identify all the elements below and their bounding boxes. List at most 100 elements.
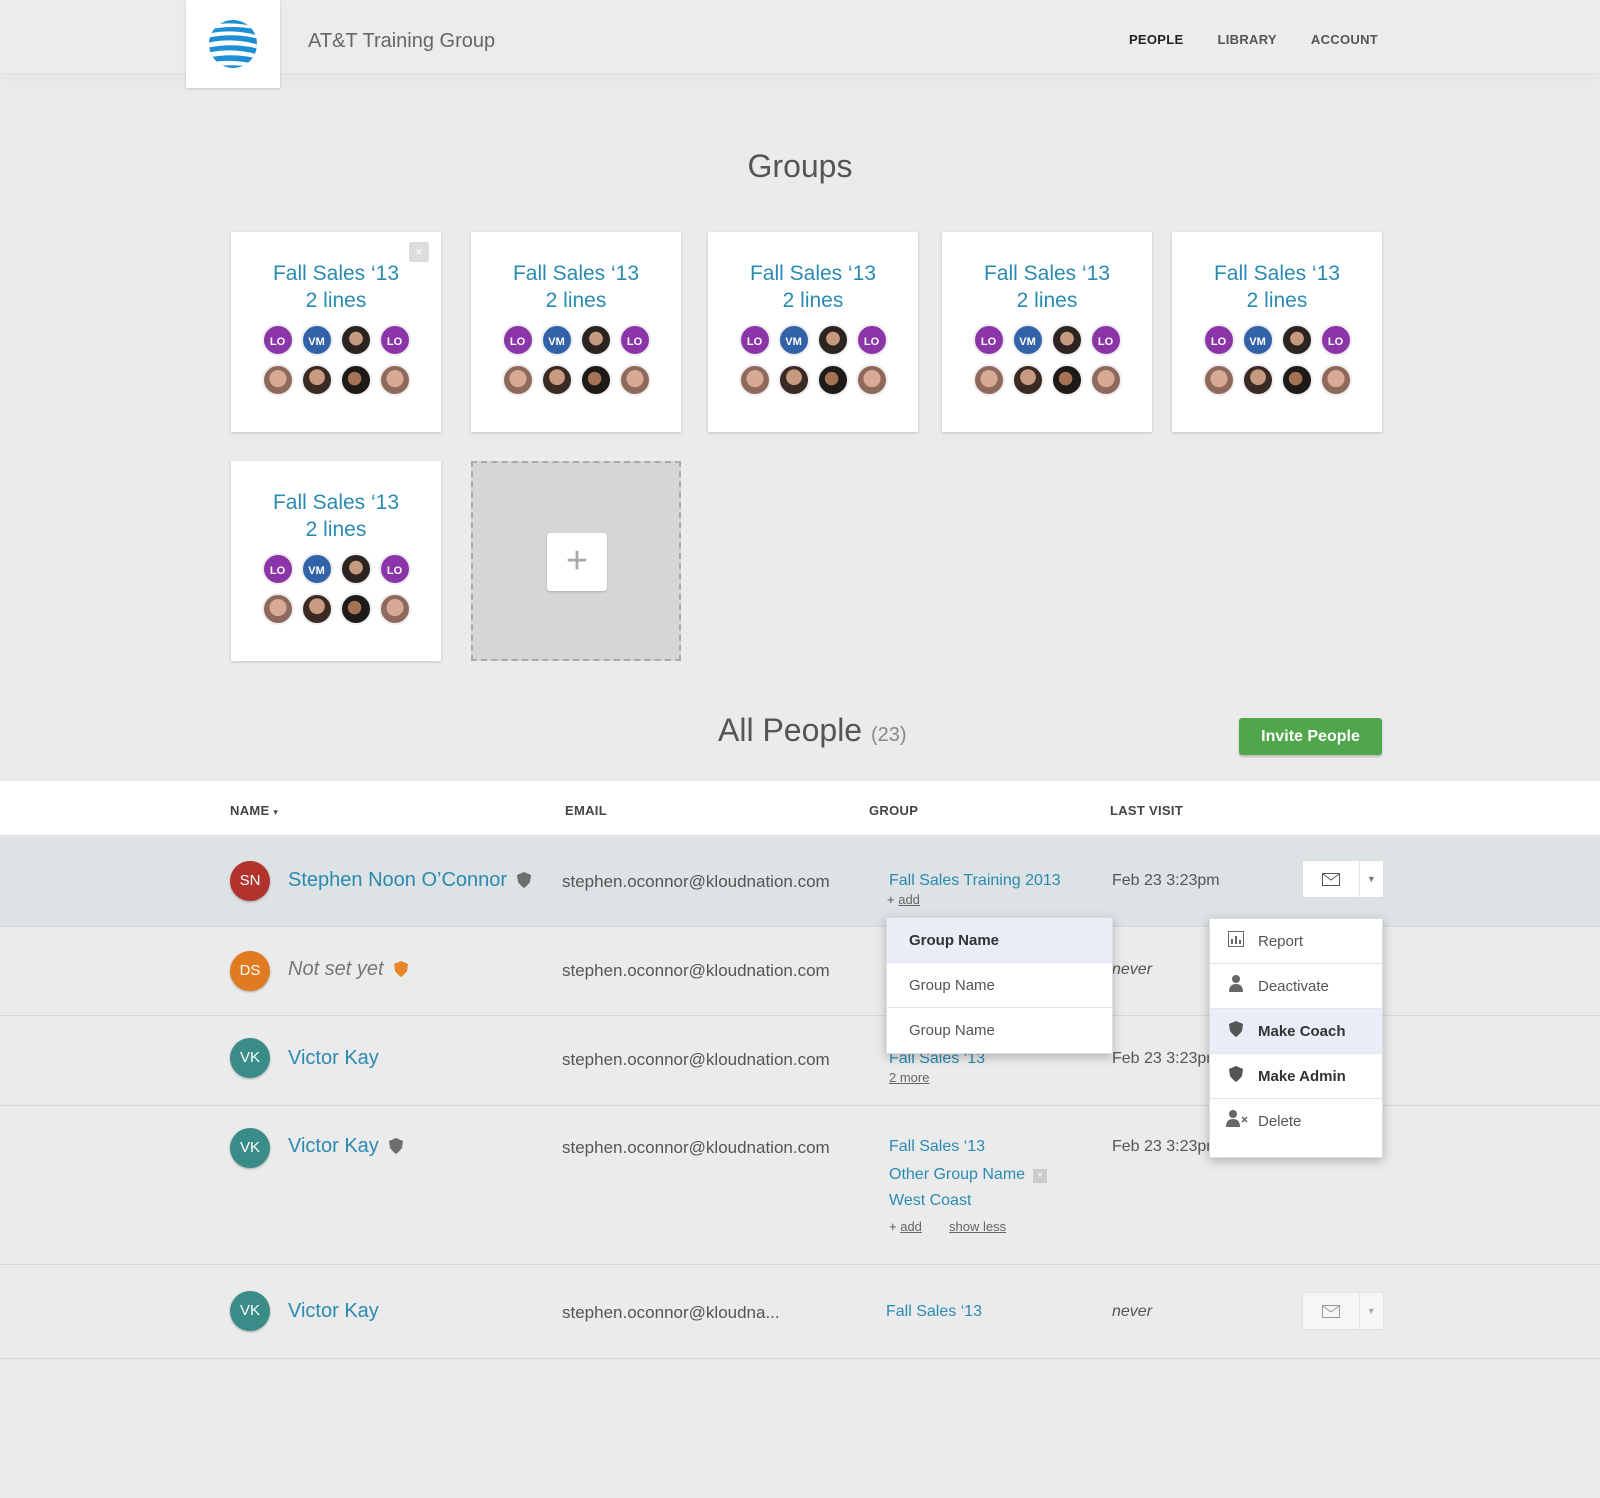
member-avatar[interactable] bbox=[339, 593, 372, 625]
group-option[interactable]: Group Name bbox=[887, 1008, 1112, 1053]
member-avatar[interactable] bbox=[300, 364, 333, 396]
menu-item-make-admin[interactable]: Make Admin bbox=[1210, 1054, 1382, 1099]
group-card[interactable]: Fall Sales ‘13 2 lines LO VM LO bbox=[942, 232, 1152, 432]
group-card[interactable]: Fall Sales ‘13 2 lines LO VM LO bbox=[708, 232, 918, 432]
menu-item-delete[interactable]: Delete bbox=[1210, 1099, 1382, 1144]
member-avatar[interactable] bbox=[1050, 324, 1083, 356]
member-avatar[interactable] bbox=[261, 364, 294, 396]
member-avatar[interactable] bbox=[378, 364, 411, 396]
member-avatar[interactable]: LO bbox=[501, 324, 534, 356]
add-group-card[interactable]: + bbox=[471, 461, 681, 661]
member-avatar[interactable] bbox=[855, 364, 888, 396]
member-avatar[interactable] bbox=[300, 593, 333, 625]
member-avatar[interactable] bbox=[339, 364, 372, 396]
nav-account[interactable]: ACCOUNT bbox=[1311, 32, 1378, 47]
member-avatar[interactable]: VM bbox=[1011, 324, 1044, 356]
member-avatar[interactable]: VM bbox=[777, 324, 810, 356]
member-avatar[interactable] bbox=[816, 364, 849, 396]
col-last-visit-header[interactable]: LAST VISIT bbox=[1110, 803, 1183, 818]
group-link[interactable]: Other Group Name × bbox=[889, 1166, 1048, 1184]
group-option[interactable]: Group Name bbox=[887, 963, 1112, 1008]
member-avatar[interactable] bbox=[618, 364, 651, 396]
message-split-button[interactable]: ▼ bbox=[1302, 860, 1384, 898]
message-split-button[interactable]: ▼ bbox=[1302, 1292, 1384, 1330]
group-card[interactable]: × Fall Sales ‘13 2 lines LO VM LO bbox=[231, 232, 441, 432]
mail-button[interactable] bbox=[1303, 1293, 1360, 1329]
member-avatar[interactable]: VM bbox=[300, 553, 333, 585]
person-name-link[interactable]: Stephen Noon O’Connor bbox=[288, 869, 532, 892]
group-option[interactable]: Group Name bbox=[887, 918, 1112, 963]
invite-people-button[interactable]: Invite People bbox=[1239, 718, 1382, 755]
close-icon[interactable]: × bbox=[409, 242, 429, 262]
member-avatar[interactable] bbox=[378, 593, 411, 625]
member-avatar[interactable]: VM bbox=[540, 324, 573, 356]
member-avatar[interactable] bbox=[1280, 364, 1313, 396]
member-avatar[interactable] bbox=[579, 364, 612, 396]
member-avatar[interactable] bbox=[1089, 364, 1122, 396]
member-avatar[interactable] bbox=[1050, 364, 1083, 396]
person-name-link[interactable]: Victor Kay bbox=[288, 1047, 379, 1070]
member-avatar[interactable]: LO bbox=[378, 553, 411, 585]
member-avatar[interactable] bbox=[738, 364, 771, 396]
member-avatar[interactable] bbox=[972, 364, 1005, 396]
add-group-link[interactable]: + add bbox=[889, 1219, 922, 1234]
member-avatar[interactable] bbox=[1011, 364, 1044, 396]
menu-item-make-coach[interactable]: Make Coach bbox=[1210, 1009, 1382, 1054]
col-email-header[interactable]: EMAIL bbox=[565, 803, 607, 818]
show-less-link[interactable]: show less bbox=[949, 1219, 1006, 1234]
nav-library[interactable]: LIBRARY bbox=[1218, 32, 1277, 47]
chevron-down-icon[interactable]: ▼ bbox=[1360, 1293, 1383, 1329]
member-avatar[interactable] bbox=[777, 364, 810, 396]
group-link[interactable]: Fall Sales ‘13 bbox=[886, 1303, 982, 1321]
col-name-header[interactable]: NAME ▾ bbox=[230, 803, 278, 818]
group-card[interactable]: Fall Sales ‘13 2 lines LO VM LO bbox=[231, 461, 441, 661]
mail-button[interactable] bbox=[1303, 861, 1360, 897]
member-avatar[interactable]: LO bbox=[618, 324, 651, 356]
remove-group-icon[interactable]: × bbox=[1033, 1169, 1048, 1183]
member-avatar[interactable]: VM bbox=[1241, 324, 1274, 356]
more-groups-link[interactable]: 2 more bbox=[889, 1070, 929, 1085]
member-avatar[interactable] bbox=[540, 364, 573, 396]
group-card-title: Fall Sales ‘13 2 lines bbox=[231, 260, 441, 314]
person-name-link[interactable]: Not set yet bbox=[288, 958, 408, 981]
member-avatar[interactable]: LO bbox=[261, 324, 294, 356]
member-avatar[interactable] bbox=[261, 593, 294, 625]
member-avatar[interactable]: LO bbox=[1089, 324, 1122, 356]
group-link[interactable]: West Coast bbox=[889, 1192, 971, 1210]
member-avatar[interactable]: LO bbox=[972, 324, 1005, 356]
person-name-link[interactable]: Victor Kay bbox=[288, 1135, 403, 1158]
member-avatar[interactable] bbox=[339, 324, 372, 356]
member-avatar[interactable] bbox=[1280, 324, 1313, 356]
group-link[interactable]: Fall Sales Training 2013 bbox=[889, 872, 1061, 890]
member-avatar[interactable] bbox=[1202, 364, 1235, 396]
group-link[interactable]: Fall Sales ‘13 bbox=[889, 1138, 985, 1156]
member-avatar[interactable]: LO bbox=[261, 553, 294, 585]
nav-people[interactable]: PEOPLE bbox=[1129, 32, 1184, 47]
group-card-title: Fall Sales ‘13 2 lines bbox=[708, 260, 918, 314]
member-avatar[interactable] bbox=[1319, 364, 1352, 396]
menu-item-deactivate[interactable]: Deactivate bbox=[1210, 964, 1382, 1009]
group-card[interactable]: Fall Sales ‘13 2 lines LO VM LO bbox=[1172, 232, 1382, 432]
group-card[interactable]: Fall Sales ‘13 2 lines LO VM LO bbox=[471, 232, 681, 432]
group-card-subtitle: 2 lines bbox=[1246, 289, 1308, 312]
add-group-link[interactable]: + add bbox=[887, 892, 920, 907]
member-avatar[interactable] bbox=[579, 324, 612, 356]
att-logo[interactable] bbox=[186, 0, 280, 88]
member-avatar[interactable]: LO bbox=[738, 324, 771, 356]
table-row[interactable]: VK Victor Kay stephen.oconnor@kloudna...… bbox=[0, 1265, 1600, 1359]
member-avatar[interactable]: LO bbox=[378, 324, 411, 356]
member-avatar[interactable] bbox=[816, 324, 849, 356]
member-avatar[interactable]: VM bbox=[300, 324, 333, 356]
member-avatar[interactable]: LO bbox=[855, 324, 888, 356]
person-name-link[interactable]: Victor Kay bbox=[288, 1300, 379, 1323]
menu-item-report[interactable]: Report bbox=[1210, 919, 1382, 964]
add-group-button[interactable]: + bbox=[547, 533, 607, 591]
member-avatar[interactable]: LO bbox=[1202, 324, 1235, 356]
member-avatar[interactable] bbox=[1241, 364, 1274, 396]
member-avatar[interactable] bbox=[339, 553, 372, 585]
col-group-header[interactable]: GROUP bbox=[869, 803, 918, 818]
member-avatar[interactable] bbox=[501, 364, 534, 396]
member-avatar[interactable]: LO bbox=[1319, 324, 1352, 356]
table-row[interactable]: SN Stephen Noon O’Connor stephen.oconnor… bbox=[0, 837, 1600, 927]
chevron-down-icon[interactable]: ▼ bbox=[1360, 861, 1383, 897]
